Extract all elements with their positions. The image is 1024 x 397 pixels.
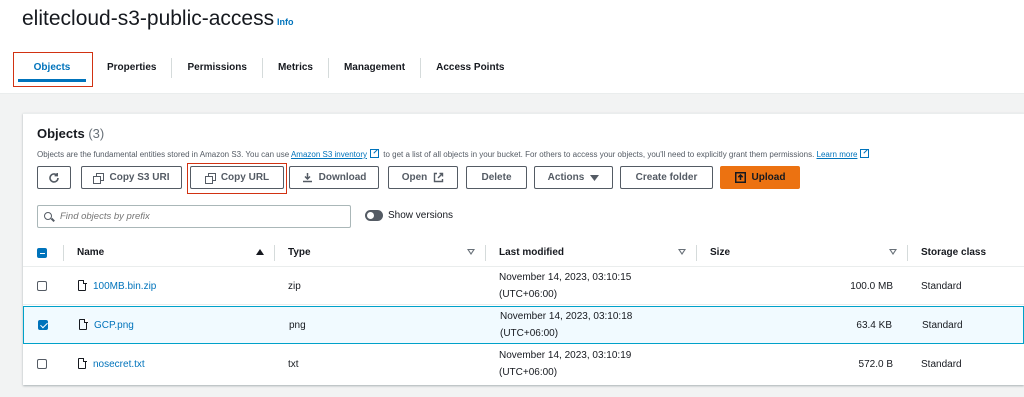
create-folder-button[interactable]: Create folder (620, 166, 713, 189)
object-storage-class: Standard (921, 281, 962, 292)
tab-access-points[interactable]: Access Points (421, 58, 519, 78)
search-icon (44, 211, 54, 222)
actions-label: Actions (547, 172, 585, 183)
sort-icon[interactable] (467, 249, 475, 255)
object-last-modified: November 14, 2023, 03:10:15 (UTC+06:00) (499, 269, 631, 303)
open-label: Open (401, 172, 428, 183)
modified-date: November 14, 2023, 03:10:19 (499, 350, 632, 361)
search-input[interactable] (60, 211, 340, 222)
object-name-link[interactable]: GCP.png (94, 320, 134, 331)
object-type: txt (288, 359, 299, 370)
bucket-header: elitecloud-s3-public-access Info Objects… (0, 0, 1024, 94)
tabs-divider (0, 93, 1024, 94)
modified-timezone: (UTC+06:00) (500, 328, 559, 339)
row-checkbox[interactable] (38, 320, 48, 330)
panel-description: Objects are the fundamental entities sto… (37, 149, 871, 159)
actions-dropdown[interactable]: Actions (534, 166, 613, 189)
upload-label: Upload (751, 172, 786, 183)
column-separator (63, 245, 64, 261)
modified-timezone: (UTC+06:00) (499, 367, 558, 378)
object-size: 100.0 MB (850, 281, 893, 292)
external-link-icon (860, 149, 870, 158)
caret-down-icon (590, 174, 600, 181)
tab-metrics[interactable]: Metrics (263, 58, 329, 78)
column-storage-class-header[interactable]: Storage class (921, 247, 986, 258)
copy-s3-uri-label: Copy S3 URI (109, 172, 170, 183)
copy-s3-uri-button[interactable]: Copy S3 URI (81, 166, 182, 189)
show-versions-toggle[interactable] (365, 210, 383, 221)
refresh-icon (49, 172, 59, 183)
column-size-header[interactable]: Size (710, 247, 730, 258)
external-link-icon (434, 172, 444, 183)
create-folder-label: Create folder (635, 172, 698, 183)
tab-objects-highlight (13, 52, 93, 87)
objects-panel: Objects (3) Objects are the fundamental … (23, 113, 1024, 385)
upload-icon (734, 172, 746, 183)
table-row[interactable]: nosecret.txt txt November 14, 2023, 03:1… (23, 345, 1024, 383)
file-icon (78, 357, 87, 369)
sort-ascending-icon[interactable] (256, 249, 264, 255)
column-separator (485, 245, 486, 261)
object-size: 63.4 KB (856, 320, 892, 331)
tab-management[interactable]: Management (329, 58, 422, 78)
refresh-button[interactable] (37, 166, 71, 189)
tab-properties[interactable]: Properties (92, 58, 173, 78)
open-button[interactable]: Open (388, 166, 458, 189)
object-storage-class: Standard (921, 359, 962, 370)
object-type: png (289, 320, 306, 331)
table-header: Name Type Last modified Size Storage cla… (23, 239, 1024, 267)
search-box[interactable] (37, 205, 351, 228)
learn-more-link[interactable]: Learn more (817, 150, 858, 159)
column-last-modified-header[interactable]: Last modified (499, 247, 564, 258)
object-count: (3) (88, 126, 105, 141)
upload-button[interactable]: Upload (720, 166, 800, 189)
download-icon (302, 173, 312, 183)
column-separator (696, 245, 697, 261)
sort-icon[interactable] (678, 249, 686, 255)
object-type: zip (288, 281, 301, 292)
column-separator (274, 245, 275, 261)
sort-icon[interactable] (889, 249, 897, 255)
modified-date: November 14, 2023, 03:10:18 (500, 311, 633, 322)
copy-icon (93, 172, 105, 184)
table-row-selected[interactable]: GCP.png png November 14, 2023, 03:10:18 … (23, 306, 1024, 344)
s3-inventory-link[interactable]: Amazon S3 inventory (291, 150, 367, 159)
column-separator (907, 245, 908, 261)
bucket-title: elitecloud-s3-public-access (22, 7, 275, 30)
panel-title-text: Objects (37, 126, 85, 141)
copy-url-highlight (187, 163, 287, 194)
modified-date: November 14, 2023, 03:10:15 (499, 272, 632, 283)
tab-permissions[interactable]: Permissions (172, 58, 263, 78)
object-last-modified: November 14, 2023, 03:10:18 (UTC+06:00) (500, 308, 632, 342)
info-link[interactable]: Info (277, 17, 294, 27)
delete-button[interactable]: Delete (466, 166, 527, 189)
object-size: 572.0 B (858, 359, 893, 370)
select-all-checkbox[interactable] (37, 248, 47, 258)
external-link-icon (370, 149, 379, 158)
object-name-link[interactable]: nosecret.txt (93, 359, 145, 370)
delete-label: Delete (481, 172, 512, 183)
file-icon (78, 279, 87, 291)
modified-timezone: (UTC+06:00) (499, 289, 558, 300)
file-icon (79, 318, 88, 330)
panel-title: Objects (3) (37, 126, 104, 141)
description-text-1: Objects are the fundamental entities sto… (37, 150, 291, 159)
column-type-header[interactable]: Type (288, 247, 311, 258)
download-label: Download (318, 172, 367, 183)
show-versions-label: Show versions (388, 210, 454, 221)
description-text-2: to get a list of all objects in your buc… (381, 150, 817, 159)
table-row[interactable]: 100MB.bin.zip zip November 14, 2023, 03:… (23, 267, 1024, 305)
row-checkbox[interactable] (37, 281, 47, 291)
object-storage-class: Standard (922, 320, 963, 331)
download-button[interactable]: Download (289, 166, 379, 189)
row-checkbox[interactable] (37, 359, 47, 369)
object-last-modified: November 14, 2023, 03:10:19 (UTC+06:00) (499, 347, 631, 381)
column-name-header[interactable]: Name (77, 247, 104, 258)
object-name-link[interactable]: 100MB.bin.zip (93, 281, 156, 292)
